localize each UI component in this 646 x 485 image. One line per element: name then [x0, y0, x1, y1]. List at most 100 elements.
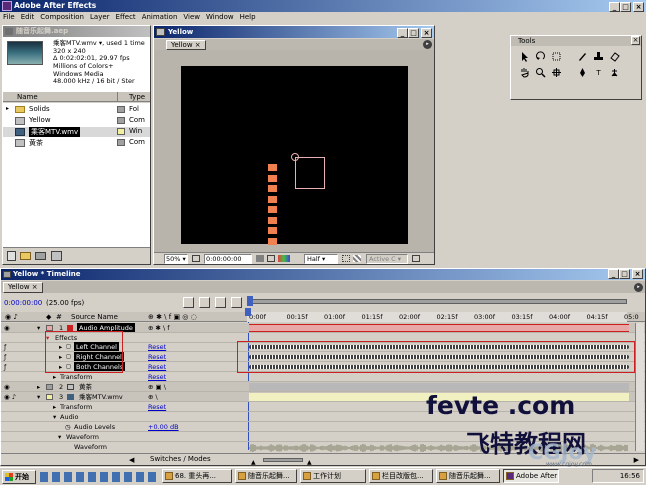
menu-edit[interactable]: Edit	[18, 13, 38, 21]
source-name-header[interactable]: Source Name	[71, 312, 118, 322]
visibility-icon[interactable]: ◉	[4, 323, 10, 332]
comp-viewer[interactable]	[154, 50, 434, 252]
expand-arrow-icon[interactable]: ▸	[6, 105, 9, 112]
new-comp-icon[interactable]	[35, 252, 46, 260]
timeline-scrollbar[interactable]	[635, 323, 644, 451]
close-button[interactable]: ×	[633, 2, 644, 12]
camera-dropdown[interactable]: Active C ▾	[366, 254, 408, 264]
reset-both-channels[interactable]: Reset	[148, 362, 166, 371]
brush-tool-icon[interactable]	[574, 49, 591, 64]
current-time[interactable]: 0:00:00:00	[4, 294, 42, 312]
reset-transform-1[interactable]: Reset	[148, 372, 166, 381]
stopwatch-icon[interactable]: ◷	[65, 422, 71, 431]
comp-maximize-button[interactable]: □	[408, 28, 419, 38]
timeline-menu-arrow-icon[interactable]: ▸	[634, 283, 643, 292]
tab-yellow[interactable]: Yellow ×	[166, 40, 206, 50]
safe-margins-icon[interactable]	[192, 255, 200, 262]
switches-modes-toggle[interactable]: Switches / Modes	[150, 454, 211, 465]
maximize-button[interactable]: □	[620, 2, 631, 12]
menu-animation[interactable]: Animation	[139, 13, 181, 21]
transparency-grid-icon[interactable]	[353, 255, 361, 262]
timeline-maximize-button[interactable]: □	[619, 269, 630, 279]
menu-window[interactable]: Window	[203, 13, 237, 21]
menu-effect[interactable]: Effect	[113, 13, 139, 21]
reset-right-channel[interactable]: Reset	[148, 352, 166, 361]
bit-depth-icon[interactable]	[51, 251, 62, 261]
project-item-footage[interactable]: 乘客MTV.wmv Win	[3, 127, 150, 137]
visibility-icon[interactable]: ◉ ♪	[4, 392, 16, 401]
taskbar-item-3[interactable]: 工作计划	[300, 469, 366, 483]
visibility-icon[interactable]: ◉	[4, 382, 10, 391]
taskbar-item-2[interactable]: 随音乐起舞...	[235, 469, 297, 483]
comp-marker-icon[interactable]	[183, 297, 194, 308]
tray-clock[interactable]: 16:56	[620, 472, 640, 480]
project-item-huangcha[interactable]: 黄茶 Com	[3, 138, 150, 148]
taskbar-item-5[interactable]: 随音乐起舞...	[436, 469, 500, 483]
menu-layer[interactable]: Layer	[87, 13, 113, 21]
zoom-slider[interactable]	[263, 458, 303, 462]
pan-behind-tool-icon[interactable]	[548, 65, 565, 80]
comp-canvas[interactable]	[181, 66, 408, 245]
text-tool-icon[interactable]: T	[590, 65, 607, 80]
new-folder-icon[interactable]	[20, 252, 31, 260]
ruler-slider[interactable]	[247, 299, 627, 304]
region-of-interest-icon[interactable]	[342, 255, 350, 262]
audio-levels-value[interactable]: +0.00 dB	[148, 422, 179, 431]
project-item-solids[interactable]: ▸ Solids Fol	[3, 105, 150, 115]
column-name-header[interactable]: Name	[17, 92, 38, 102]
taskbar-item-4[interactable]: 栏目改版包...	[369, 469, 433, 483]
current-time-indicator-icon[interactable]	[245, 308, 251, 316]
zoom-dropdown[interactable]: 50% ▾	[164, 254, 188, 264]
motion-blur-icon[interactable]	[231, 297, 242, 308]
start-button[interactable]: 开始	[2, 470, 36, 484]
column-type-header[interactable]: Type	[129, 92, 145, 102]
menu-help[interactable]: Help	[237, 13, 259, 21]
comp-close-button[interactable]: ×	[421, 28, 432, 38]
trash-icon[interactable]	[7, 251, 16, 261]
view-options-icon[interactable]	[412, 255, 420, 262]
selection-tool-icon[interactable]	[516, 49, 533, 64]
taskbar-item-1[interactable]: 68. 重头再...	[162, 469, 232, 483]
hand-tool-icon[interactable]	[516, 65, 533, 80]
resolution-dropdown[interactable]: Half ▾	[304, 254, 338, 264]
label-color-swatch[interactable]	[46, 394, 53, 400]
layer-bounding-box[interactable]	[295, 157, 325, 189]
taskbar-item-6[interactable]: Adobe After ...	[503, 469, 559, 483]
project-item-yellow[interactable]: Yellow Com	[3, 116, 150, 126]
pen-tool-icon[interactable]	[574, 65, 591, 80]
reset-left-channel[interactable]: Reset	[148, 342, 166, 351]
effect-toggle-icon[interactable]: ƒ	[4, 342, 6, 351]
reset-transform-3[interactable]: Reset	[148, 402, 166, 411]
effect-toggle-icon[interactable]: ƒ	[4, 352, 6, 361]
ruler-nub-icon[interactable]	[247, 296, 253, 306]
show-snapshot-icon[interactable]	[267, 255, 275, 262]
timeline-close-button[interactable]: ×	[632, 269, 643, 279]
menu-file[interactable]: File	[0, 13, 18, 21]
menu-view[interactable]: View	[180, 13, 203, 21]
eraser-tool-icon[interactable]	[606, 49, 623, 64]
label-color-swatch[interactable]	[46, 384, 53, 390]
timeline-tab-yellow[interactable]: Yellow ×	[3, 282, 43, 293]
shy-switch-icon[interactable]	[199, 297, 210, 308]
snapshot-icon[interactable]	[256, 255, 264, 262]
puppet-tool-icon[interactable]	[606, 65, 623, 80]
menu-composition[interactable]: Composition	[37, 13, 87, 21]
minimize-button[interactable]: _	[609, 2, 620, 12]
zoom-tool-icon[interactable]	[532, 65, 549, 80]
rectangle-mask-tool-icon[interactable]	[548, 49, 565, 64]
comp-menu-arrow-icon[interactable]: ▸	[423, 40, 432, 49]
comp-minimize-button[interactable]: _	[397, 28, 408, 38]
channel-icon[interactable]	[278, 255, 290, 262]
rotation-tool-icon[interactable]	[532, 49, 549, 64]
layer-2-bar[interactable]	[249, 383, 629, 391]
frame-blend-icon[interactable]	[215, 297, 226, 308]
scroll-left-icon[interactable]: ◀	[129, 455, 134, 466]
timeline-minimize-button[interactable]: _	[608, 269, 619, 279]
clone-stamp-tool-icon[interactable]	[590, 49, 607, 64]
tools-close-button[interactable]: ×	[631, 36, 640, 45]
comp-timecode[interactable]: 0:00:00:00	[204, 254, 252, 264]
transform-row-1[interactable]: ▸ Transform Reset	[1, 372, 645, 382]
anchor-point-icon[interactable]	[291, 153, 299, 161]
layer-1-bar[interactable]	[249, 324, 629, 332]
quick-launch-icons[interactable]	[40, 472, 158, 482]
